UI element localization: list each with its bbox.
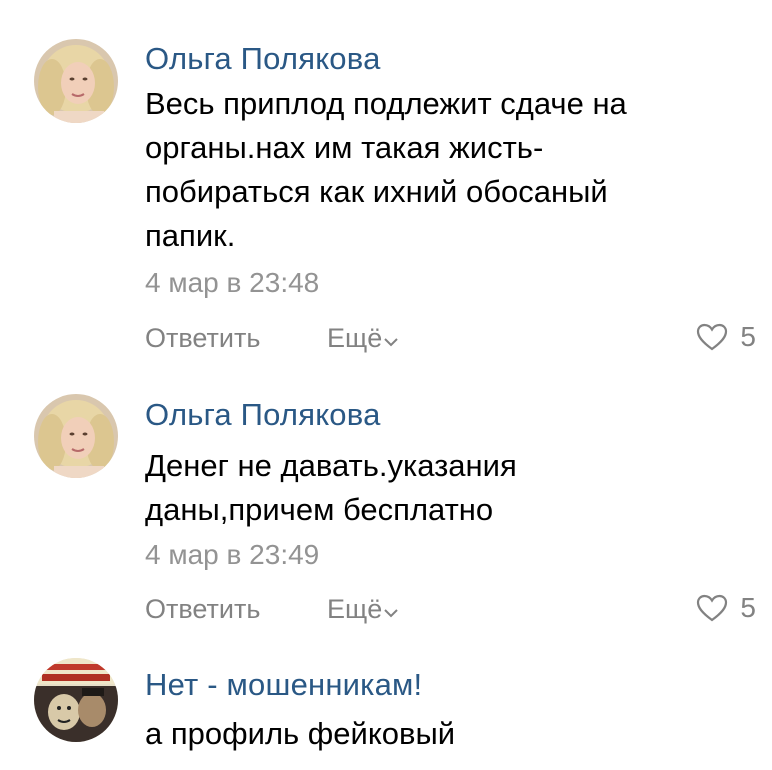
reply-button[interactable]: Ответить	[145, 323, 260, 354]
comment-text: а профиль фейковый	[145, 716, 456, 751]
more-button[interactable]: Ещё	[327, 323, 398, 354]
author-name[interactable]: Ольга Полякова	[145, 41, 381, 77]
like-button[interactable]: 5	[696, 321, 756, 353]
chevron-down-icon	[384, 337, 398, 346]
comment-timestamp[interactable]: 4 мар в 23:48	[145, 267, 319, 299]
author-name[interactable]: Нет - мошенникам!	[145, 667, 422, 703]
comment-timestamp[interactable]: 4 мар в 23:49	[145, 539, 319, 571]
more-label: Ещё	[327, 594, 383, 624]
author-avatar[interactable]	[34, 39, 118, 123]
comment-actions: Ответить Ещё 5	[145, 321, 772, 363]
like-count: 5	[740, 321, 756, 352]
reply-button[interactable]: Ответить	[145, 594, 260, 625]
comment-text: Денег не давать.указания даны,причем бес…	[145, 448, 517, 527]
poster-avatar-icon	[34, 658, 118, 742]
author-avatar[interactable]	[34, 394, 118, 478]
author-avatar[interactable]	[34, 658, 118, 742]
chevron-down-icon	[384, 608, 398, 617]
heart-icon	[697, 323, 728, 351]
more-button[interactable]: Ещё	[327, 594, 398, 625]
comment-actions: Ответить Ещё 5	[145, 592, 772, 634]
like-count: 5	[740, 592, 756, 623]
more-label: Ещё	[327, 323, 383, 353]
heart-icon	[697, 594, 728, 622]
author-name[interactable]: Ольга Полякова	[145, 397, 381, 433]
like-button[interactable]: 5	[696, 592, 756, 624]
user-photo-avatar-icon	[34, 394, 118, 478]
user-photo-avatar-icon	[34, 39, 118, 123]
comment-text: Весь приплод подлежит сдаче на органы.на…	[145, 86, 627, 253]
